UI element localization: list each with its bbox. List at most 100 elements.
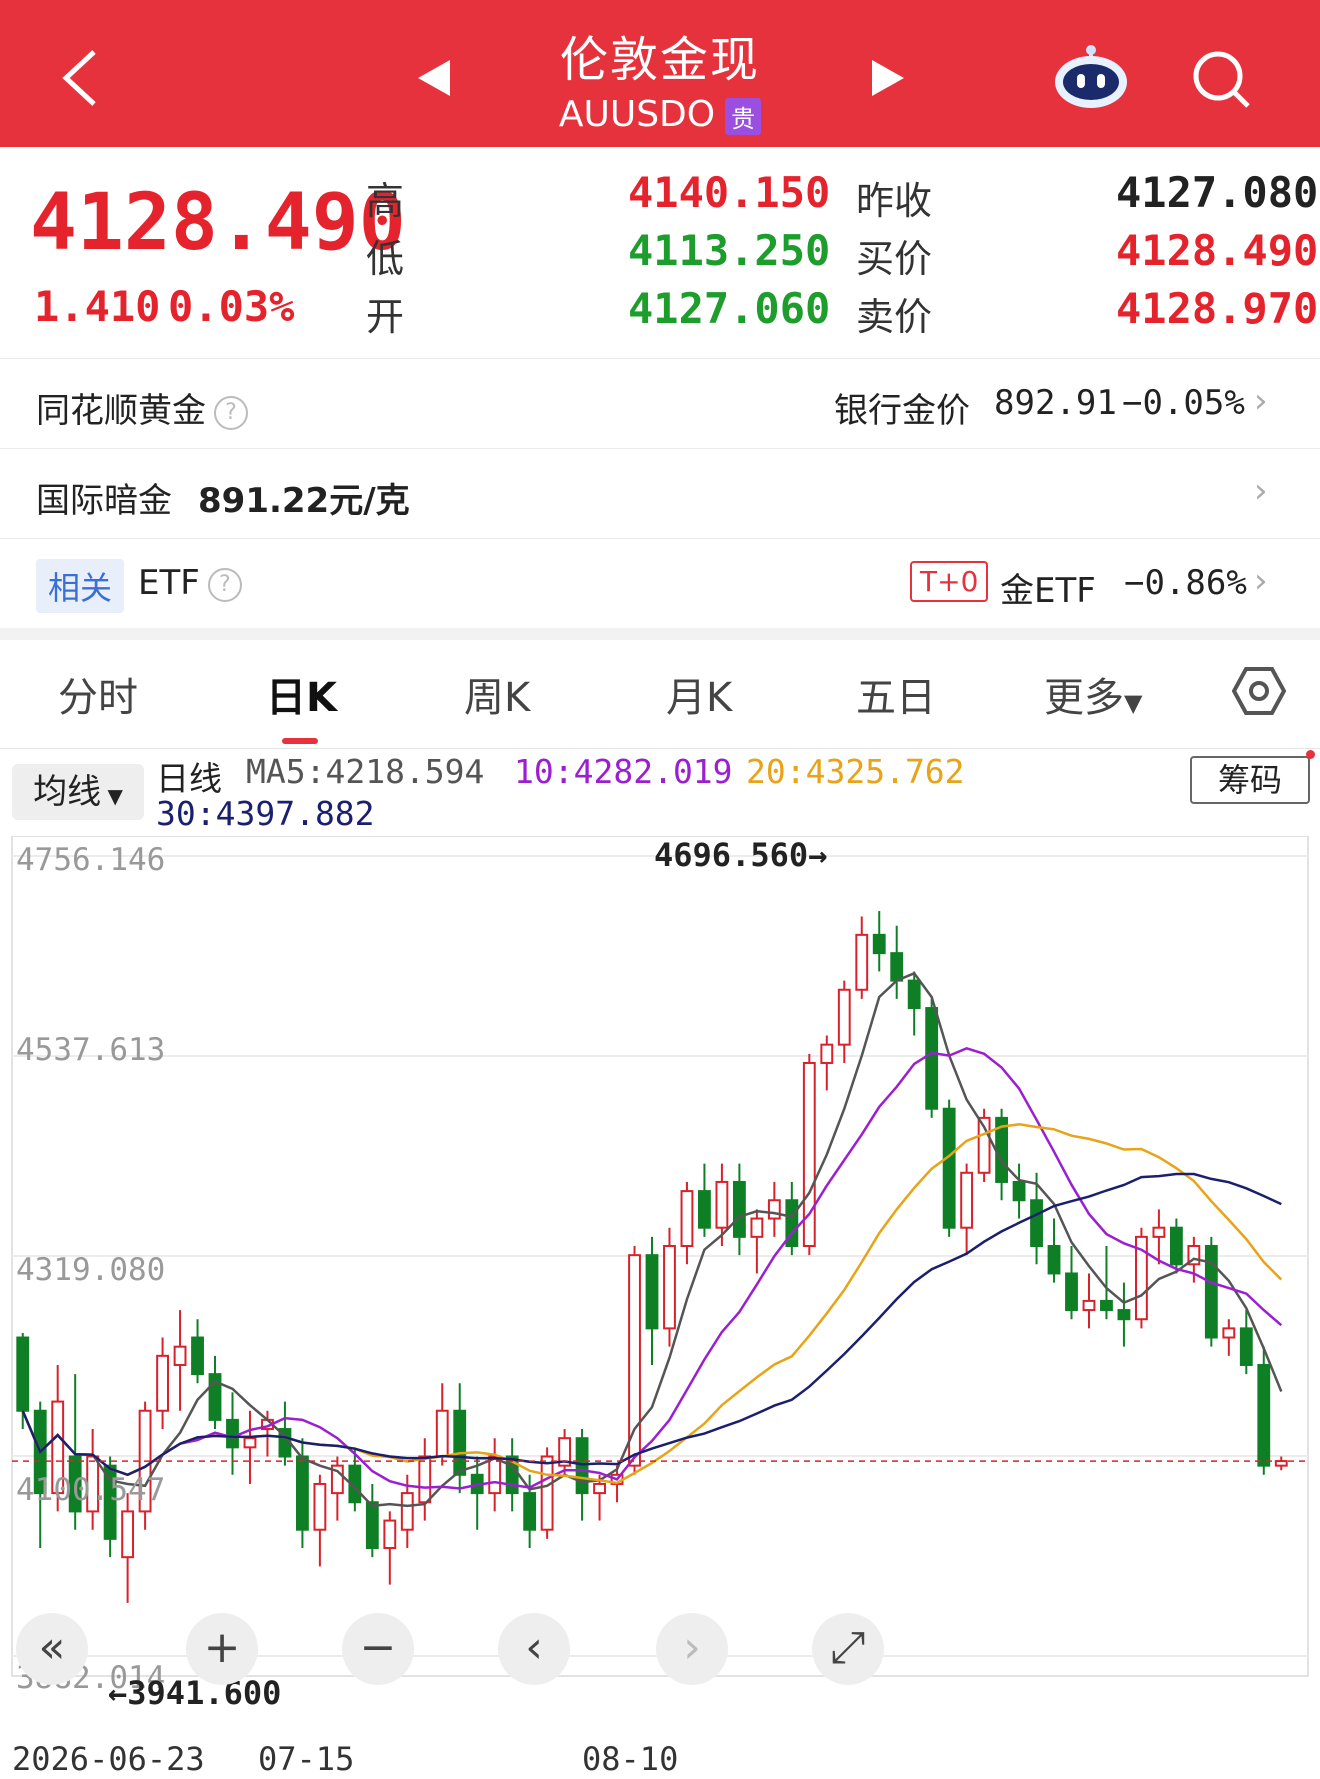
open-value: 4127.060 — [628, 284, 831, 333]
zoom-in-button[interactable]: + — [186, 1613, 258, 1685]
chips-button[interactable]: 筹码 — [1190, 756, 1310, 804]
low-value: 4113.250 — [628, 226, 831, 275]
help-icon[interactable]: ? — [207, 567, 242, 602]
ths-gold-row[interactable]: 同花顺黄金? 银行金价 892.91 −0.05% › — [0, 358, 1320, 449]
candle-body — [663, 1245, 676, 1330]
indicator-dropdown-label: 均线 — [33, 772, 102, 812]
price-change-pct: 0.03% — [168, 282, 295, 331]
x-tick-label: 2026-06-23 — [12, 1740, 205, 1778]
dropdown-triangle-icon: ▼ — [101, 784, 123, 808]
related-etf-text: ETF — [138, 563, 200, 603]
candle-body — [383, 1519, 397, 1550]
candle-body — [820, 1043, 834, 1064]
next-arrow-icon[interactable] — [870, 58, 906, 102]
help-icon[interactable]: ? — [214, 395, 248, 430]
dropdown-triangle-icon: ▼ — [1124, 689, 1143, 717]
candle-body — [732, 1180, 746, 1238]
intl-dark-gold-price: 891.22元/克 — [198, 481, 410, 521]
y-tick-label: 4100.547 — [16, 1472, 166, 1508]
tab-more-label: 更多 — [1044, 675, 1124, 721]
candle-body — [645, 1254, 659, 1330]
candle-body — [698, 1190, 711, 1229]
y-tick-label: 4537.613 — [16, 1032, 166, 1068]
ask-label: 卖价 — [856, 295, 933, 339]
candle-body — [453, 1409, 467, 1476]
precious-metal-tag: 贵 — [725, 97, 762, 135]
gold-etf-pct: −0.86% — [1124, 563, 1247, 603]
intl-dark-gold-label: 国际暗金 — [36, 481, 172, 521]
search-icon[interactable] — [1190, 48, 1254, 116]
robot-assistant-icon[interactable] — [1050, 42, 1132, 116]
chevron-right-icon[interactable]: › — [1254, 561, 1268, 601]
candle-body — [1100, 1299, 1113, 1312]
bank-gold-label: 银行金价 — [834, 391, 970, 431]
related-etf-row[interactable]: 相关 ETF? T+0 金ETF −0.86% › — [0, 538, 1320, 629]
related-etf-label: ETF? — [138, 563, 242, 603]
ma5-value: MA5:4218.594 — [246, 752, 485, 791]
tab-monthly-k[interactable]: 月K — [666, 665, 732, 723]
candle-body — [295, 1455, 309, 1531]
prev-close-value: 4127.080 — [1116, 168, 1319, 217]
tab-five-day[interactable]: 五日 — [856, 665, 936, 723]
min-price-annotation: ←3941.600 — [108, 1674, 282, 1712]
tab-weekly-k[interactable]: 周K — [464, 665, 530, 723]
fullscreen-button[interactable]: ⤢ — [812, 1613, 884, 1685]
candle-body — [715, 1180, 729, 1229]
ma10-value: 10:4282.019 — [514, 752, 733, 791]
low-label: 低 — [366, 237, 405, 281]
step-back-button[interactable]: ‹ — [498, 1613, 570, 1685]
candle-body — [540, 1455, 554, 1531]
top-nav-bar: 伦敦金现 AUUSDO 贵 — [0, 0, 1320, 147]
candle-body — [767, 1199, 781, 1220]
x-tick-label: 07-15 — [258, 1740, 355, 1778]
tab-intraday[interactable]: 分时 — [58, 665, 138, 723]
candle-body — [907, 979, 921, 1010]
t0-tag: T+0 — [910, 561, 989, 602]
candle-body — [680, 1190, 694, 1248]
y-tick-label: 4756.146 — [16, 842, 166, 878]
candlestick-chart[interactable] — [0, 836, 1320, 1736]
candle-body — [435, 1409, 449, 1458]
tab-more[interactable]: 更多▼ — [1044, 665, 1142, 723]
candle-body — [855, 933, 869, 991]
ask-value: 4128.970 — [1116, 284, 1319, 333]
ths-gold-label: 同花顺黄金? — [36, 383, 248, 432]
candle-body — [226, 1418, 239, 1449]
candle-body — [1222, 1327, 1236, 1339]
section-divider — [0, 628, 1320, 640]
candle-body — [365, 1501, 379, 1550]
bank-gold-pct: −0.05% — [1122, 383, 1245, 423]
candle-body — [156, 1354, 169, 1412]
chevron-right-icon[interactable]: › — [1254, 471, 1268, 511]
candle-body — [1257, 1363, 1271, 1467]
price-change: 1.410 — [34, 282, 161, 331]
bid-value: 4128.490 — [1116, 226, 1319, 275]
candle-body — [837, 988, 851, 1046]
zoom-out-button[interactable]: − — [342, 1613, 414, 1685]
indicator-dropdown[interactable]: 均线 ▼ — [12, 764, 144, 820]
tab-daily-k[interactable]: 日K — [266, 665, 337, 723]
settings-hexagon-icon[interactable] — [1231, 666, 1287, 720]
notification-dot — [1306, 750, 1315, 759]
ths-gold-text: 同花顺黄金 — [36, 391, 206, 431]
candle-body — [1152, 1226, 1166, 1238]
related-tag: 相关 — [36, 559, 125, 613]
period-label: 日线 — [156, 759, 222, 798]
high-value: 4140.150 — [628, 168, 831, 217]
candle-body — [523, 1492, 537, 1531]
ma20-value: 20:4325.762 — [746, 752, 965, 791]
candle-body — [872, 933, 886, 955]
scroll-left-button[interactable]: « — [16, 1613, 88, 1685]
candle-body — [313, 1482, 327, 1531]
candle-body — [191, 1336, 204, 1376]
active-tab-indicator — [282, 738, 318, 744]
prev-close-label: 昨收 — [856, 179, 933, 223]
candle-body — [1117, 1309, 1131, 1321]
open-label: 开 — [366, 295, 405, 339]
intl-dark-gold-row[interactable]: 国际暗金 891.22元/克 › — [0, 448, 1320, 539]
candle-body — [1012, 1180, 1026, 1202]
tab-divider — [0, 748, 1320, 749]
chevron-right-icon[interactable]: › — [1254, 381, 1268, 421]
step-forward-button[interactable]: › — [656, 1613, 728, 1685]
candle-body — [1030, 1199, 1043, 1248]
